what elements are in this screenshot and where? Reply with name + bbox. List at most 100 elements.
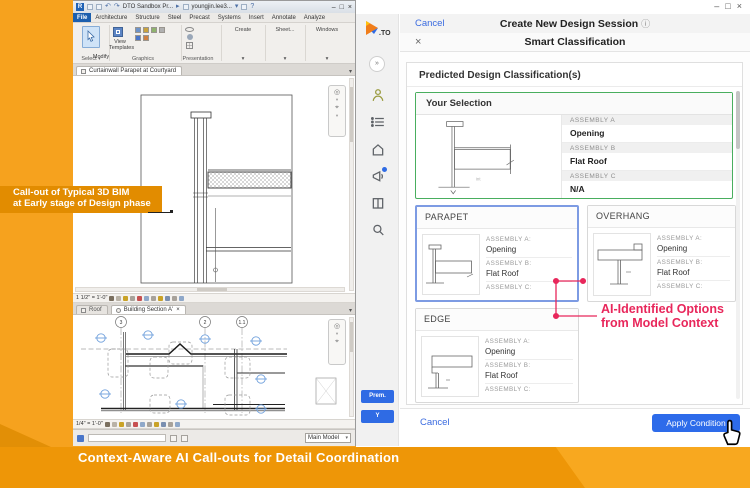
option-card-parapet[interactable]: PARAPET (415, 205, 579, 302)
windows-panel-dropdown[interactable]: ▾ (307, 56, 347, 62)
tab-structure[interactable]: Structure (131, 13, 163, 22)
sidebar-collapse-button[interactable]: » (369, 56, 385, 72)
nav-dropdown-icon[interactable]: ▾ (336, 113, 338, 119)
nav-dropdown-icon[interactable]: ▾ (336, 331, 338, 337)
drawing-view-parapet[interactable]: ◎ ▾ ⌖ ▾ (73, 76, 355, 293)
close-icon[interactable]: × (348, 4, 352, 11)
filter-icon[interactable] (170, 435, 177, 442)
vertical-scrollbar[interactable] (349, 317, 354, 417)
graphics-icon[interactable] (143, 27, 149, 33)
minimize-icon[interactable]: – (714, 1, 719, 11)
tab-analyze[interactable]: Analyze (300, 13, 329, 22)
tab-file[interactable]: File (73, 13, 91, 22)
list-icon[interactable] (371, 115, 385, 129)
y-button[interactable]: Y (361, 410, 394, 423)
vertical-scrollbar[interactable] (349, 78, 354, 291)
view-scale[interactable]: 1/4" = 1'-0" (76, 421, 103, 427)
sheet-panel-dropdown[interactable]: ▾ (267, 56, 303, 62)
presentation-panel-label[interactable]: Presentation (177, 56, 219, 62)
redo-icon[interactable]: ↷ (114, 3, 120, 11)
your-selection-card[interactable]: Your Selection (415, 92, 733, 199)
footer-cancel-link[interactable]: Cancel (420, 417, 450, 428)
signed-in-user[interactable]: youngjin.lee3... (192, 4, 232, 10)
steering-wheel-icon[interactable]: ◎ (334, 88, 340, 96)
view-templates-label[interactable]: View Templates (109, 39, 131, 51)
user-dropdown-icon[interactable]: ▾ (235, 3, 239, 11)
parapet-thumbnail (422, 234, 480, 295)
scroll-thumb[interactable] (350, 87, 353, 142)
view-control-icons[interactable] (105, 422, 180, 427)
view-tab-building-section[interactable]: Building Section A' × (111, 305, 186, 314)
help-icon[interactable]: ? (250, 3, 254, 11)
scroll-thumb[interactable] (197, 288, 227, 291)
tab-precast[interactable]: Precast (185, 13, 213, 22)
collaborate-icon[interactable] (183, 4, 189, 10)
option-card-edge[interactable]: EDGE (415, 308, 579, 403)
info-icon[interactable]: ⓘ (641, 19, 650, 29)
ai-annotation-text: AI-Identified Options from Model Context (601, 303, 749, 331)
graphics-icon[interactable] (143, 35, 149, 41)
announcements-icon[interactable] (371, 169, 385, 183)
maximize-icon[interactable]: □ (725, 1, 730, 11)
graphics-icon[interactable] (151, 27, 157, 33)
view-template-icon[interactable] (113, 27, 123, 37)
panel-scrollbar-thumb[interactable] (736, 91, 740, 149)
revit-ribbon-tabs: File Architecture Structure Steel Precas… (73, 13, 355, 23)
tab-close-icon[interactable]: × (176, 307, 180, 313)
select-toggle-icon[interactable] (181, 435, 188, 442)
graphics-icon[interactable] (135, 27, 141, 33)
tab-annotate[interactable]: Annotate (268, 13, 300, 22)
presentation-icons[interactable] (185, 27, 194, 49)
search-chat-icon[interactable] (371, 223, 385, 237)
create-panel-dropdown[interactable]: ▾ (223, 56, 263, 62)
option-card-overhang[interactable]: OVERHANG (587, 205, 736, 302)
panel-scroll-area[interactable]: Your Selection (407, 87, 742, 404)
create-panel-label[interactable]: Create (223, 27, 263, 33)
home-icon[interactable] (371, 142, 385, 156)
ai-assistant-icon[interactable] (371, 88, 385, 102)
close-icon[interactable]: × (737, 1, 742, 11)
windows-panel-label[interactable]: Windows (307, 27, 347, 33)
select-panel-label[interactable]: Select ▾ (75, 56, 107, 62)
tab-systems[interactable]: Systems (214, 13, 245, 22)
zoom-icon[interactable]: ⌖ (335, 338, 339, 346)
modify-button[interactable]: Modify (82, 26, 100, 48)
drawing-view-section[interactable]: 3 2 1.1 (73, 315, 355, 419)
view-tab-roof[interactable]: Roof (76, 305, 108, 314)
view-tab-list-icon[interactable]: ▾ (349, 68, 352, 75)
tab-insert[interactable]: Insert (245, 13, 268, 22)
prem-button[interactable]: Prem. (361, 390, 394, 403)
tab-steel[interactable]: Steel (164, 13, 186, 22)
graphics-panel-label[interactable]: Graphics (113, 56, 173, 62)
option-body: ASSEMBLY A: Opening ASSEMBLY B: Flat Roo… (588, 228, 735, 301)
steering-wheel-icon[interactable]: ◎ (334, 322, 340, 330)
store-icon[interactable] (241, 4, 247, 10)
app-window-controls: – □ × (714, 1, 742, 11)
sheet-panel-label[interactable]: Sheet... (267, 27, 303, 33)
main-model-select[interactable]: Main Model ▾ (305, 433, 351, 443)
revit-app-icon[interactable]: R (76, 3, 84, 11)
open-icon[interactable] (87, 4, 93, 10)
tab-architecture[interactable]: Architecture (91, 13, 131, 22)
zoom-icon[interactable]: ⌖ (335, 104, 339, 112)
view-scale[interactable]: 1 1/2" = 1'-0" (76, 295, 107, 301)
view-control-icons[interactable] (109, 296, 184, 301)
navigation-bar[interactable]: ◎ ▾ ⌖ (328, 319, 346, 365)
nav-dropdown-icon[interactable]: ▾ (336, 97, 338, 103)
graphics-icon[interactable] (135, 35, 141, 41)
status-icon[interactable] (77, 435, 84, 442)
minimize-icon[interactable]: – (332, 4, 336, 11)
horizontal-scrollbar[interactable] (75, 287, 345, 292)
graphics-icon[interactable] (159, 27, 165, 33)
undo-icon[interactable]: ↶ (105, 3, 111, 11)
callout-line2: at Early stage of Design phase (13, 199, 162, 210)
navigation-bar[interactable]: ◎ ▾ ⌖ ▾ (328, 85, 346, 137)
save-icon[interactable] (96, 4, 102, 10)
status-progress-field (88, 434, 166, 442)
library-icon[interactable] (371, 196, 385, 210)
maximize-icon[interactable]: □ (340, 4, 344, 11)
graphics-icons[interactable] (135, 27, 175, 41)
view-tab-list-icon[interactable]: ▾ (349, 307, 352, 314)
view-tab-curtainwall[interactable]: Curtainwall Parapet at Courtyard (76, 66, 182, 75)
scroll-thumb[interactable] (350, 322, 353, 352)
